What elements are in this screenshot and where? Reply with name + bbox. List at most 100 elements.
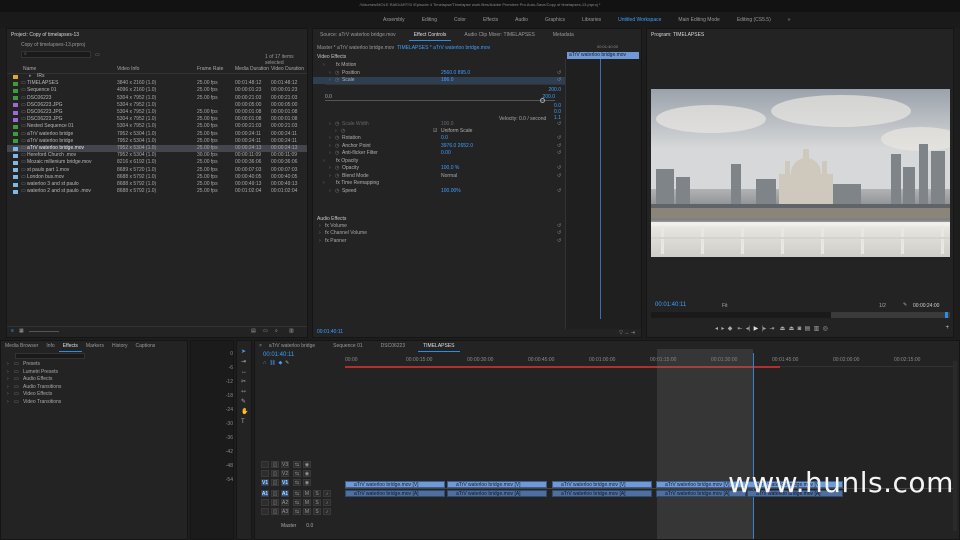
sync-lock-icon[interactable]: ⇆ [293,499,301,506]
source-patch-button[interactable] [261,461,269,468]
timeline-timecode[interactable]: 00:01:40:11 [263,352,294,358]
new-bin-icon[interactable]: ▭ [95,52,100,58]
mark-in-icon[interactable]: ◂ [715,326,718,332]
ripple-edit-tool-icon[interactable]: ↔ [241,367,248,377]
add-marker-icon[interactable]: ◆ [279,360,283,366]
ec-property-row[interactable]: › ◷ Anti-flicker Filter 0.00 ↺ [313,150,565,157]
expand-arrow-icon[interactable]: › [329,70,331,77]
project-item-row[interactable]: ▭ DSC06223 5304 x 7952 (1.0) 25.00 fps 00:00… [7,95,307,102]
ec-footer-icons[interactable]: ▽ ↔ ⇥ [619,330,635,336]
timeline-audio-clip[interactable]: aTrV waterloo bridge.mov [A] [552,490,652,497]
graph-line[interactable] [325,100,555,101]
ec-property-row[interactable]: › ◷ Blend Mode Normal ↺ [313,173,565,180]
project-item-row[interactable]: ▭ waterloo 3 and st paulo 8688 x 5792 (1.0… [7,181,307,188]
effects-search-input[interactable] [15,353,85,359]
toggle-output-icon[interactable]: ◉ [303,461,311,468]
sync-lock-icon[interactable]: ⇆ [293,479,301,486]
voice-over-icon[interactable]: ♪ [323,490,331,497]
icon-view-icon[interactable]: ▦ [19,328,24,334]
effects-folder-item[interactable]: › ▭ Presets [7,361,177,368]
ec-property-value[interactable]: Normal [441,173,457,180]
ec-property-value[interactable]: 100.00% [441,188,461,195]
project-item-row[interactable]: ▭ Nested Sequence 01 5304 x 7952 (1.0) 25.0… [7,123,307,130]
col-video-info[interactable]: Video Info [117,66,139,72]
ec-property-row[interactable]: › ◷ Anchor Point 3976.0 2652.0 ↺ [313,143,565,150]
effects-tab[interactable]: History [108,342,132,351]
selection-tool-icon[interactable]: ➤ [241,347,248,357]
reset-icon[interactable]: ↺ [557,143,561,150]
track-target-button[interactable]: V3 [281,461,289,468]
trash-icon[interactable]: ▥ [289,328,294,334]
timeline-tab[interactable]: DSC06223 [376,342,410,351]
project-title[interactable]: Project: Copy of timelapses-13 [11,32,79,38]
col-name[interactable]: Name [23,66,36,72]
toggle-output-icon[interactable]: ◉ [303,479,311,486]
timeline-settings-icon[interactable]: ✎ [285,360,289,366]
reset-icon[interactable]: ↺ [557,70,561,77]
toggle-output-icon[interactable]: ◉ [303,470,311,477]
stopwatch-icon[interactable]: ◷ [335,150,339,157]
solo-button[interactable]: S [313,508,321,515]
workspace-tab[interactable]: Editing (CS5.5) [732,16,776,25]
effects-tab[interactable]: Effects [58,342,82,352]
hand-tool-icon[interactable]: ✋ [241,407,248,417]
project-item-row[interactable]: ▭ aTrV waterloo bridge.mov 7952 x 5304 (1.… [7,145,307,153]
sync-lock-icon[interactable]: ⇆ [293,490,301,497]
timeline-audio-clip[interactable]: aTrV waterloo bridge.mov [A] [447,490,547,497]
ec-property-value[interactable]: 100.0 % [441,165,459,172]
reset-icon[interactable]: ↺ [557,173,561,180]
sync-lock-icon[interactable]: ⇆ [293,470,301,477]
program-video-frame[interactable] [651,89,950,257]
reset-icon[interactable]: ↺ [557,223,561,230]
effects-folder-item[interactable]: › ▭ Lumetri Presets [7,369,177,376]
workspace-tab[interactable]: Graphics [540,16,570,25]
workspace-tab[interactable]: Main Editing Mode [673,16,724,25]
expand-arrow-icon[interactable]: › [329,173,331,180]
expand-arrow-icon[interactable]: › [329,188,331,195]
list-view-icon[interactable]: ≡ [11,328,14,334]
ec-tab[interactable]: Audio Clip Mixer: TIMELAPSES [459,31,540,40]
timeline-tab[interactable]: Sequence 01 [328,342,367,351]
ec-tab[interactable]: Source: aTrV waterloo bridge.mov [315,31,401,40]
timeline-close-icon[interactable]: × [257,342,264,351]
vr-icon[interactable]: ◎ [823,326,828,332]
project-item-row[interactable]: ▭ London bus.mov 8688 x 5792 (1.0) 25.00 fp… [7,174,307,181]
ec-property-row[interactable]: › ◷ ☑ Uniform Scale [313,128,565,135]
effects-tab[interactable]: Info [42,342,58,351]
ec-property-row[interactable]: › ◷ Rotation 0.0 ↺ [313,135,565,142]
solo-button[interactable]: S [313,490,321,497]
ec-property-row[interactable]: › fx Opacity [313,158,565,165]
timeline-clip[interactable]: aTrV waterloo bridge.mov [V] [345,481,445,488]
expand-arrow-icon[interactable]: › [7,361,9,368]
voice-over-icon[interactable]: ♪ [323,508,331,515]
effects-folder-item[interactable]: › ▭ Audio Effects [7,376,177,383]
track-target-button[interactable]: V2 [281,470,289,477]
reset-icon[interactable]: ↺ [557,165,561,172]
stopwatch-icon[interactable]: ◷ [335,143,339,150]
workspace-more-button[interactable]: » [783,16,796,25]
go-to-out-icon[interactable]: ⇥ [770,326,775,332]
sync-lock-icon[interactable]: ⇆ [293,461,301,468]
track-target-button[interactable]: A2 [281,499,289,506]
project-item-row[interactable]: ▭ Hereford Church .mov 7952 x 5304 (1.0) 30… [7,152,307,159]
step-forward-icon[interactable]: |▸ [762,326,767,332]
sync-lock-icon[interactable]: ⇆ [293,508,301,515]
track-lock-icon[interactable]: ◫ [271,490,279,497]
folder-icon[interactable]: ▭ [263,328,268,334]
stopwatch-icon[interactable]: ◷ [341,128,345,135]
expand-arrow-icon[interactable]: › [329,150,331,157]
col-video-duration[interactable]: Video Duration [271,66,304,72]
ec-playhead[interactable] [600,59,601,319]
ec-audio-row[interactable]: › fx Channel Volume ↺ [313,230,565,237]
slip-tool-icon[interactable]: ⇿ [241,387,248,397]
track-lock-icon[interactable]: ◫ [271,470,279,477]
reset-icon[interactable]: ↺ [557,238,561,245]
effects-folder-item[interactable]: › ▭ Audio Transitions [7,384,177,391]
mute-button[interactable]: M [303,490,311,497]
effects-tab[interactable]: Markers [82,342,108,351]
ec-property-row[interactable]: › ◷ Position 2560.0 895.0 ↺ [313,70,565,77]
track-target-button[interactable]: A1 [281,490,289,497]
linked-selection-icon[interactable]: ⛓ [269,360,275,366]
project-item-row[interactable]: ▸ IRs [7,73,307,80]
mute-button[interactable]: M [303,499,311,506]
